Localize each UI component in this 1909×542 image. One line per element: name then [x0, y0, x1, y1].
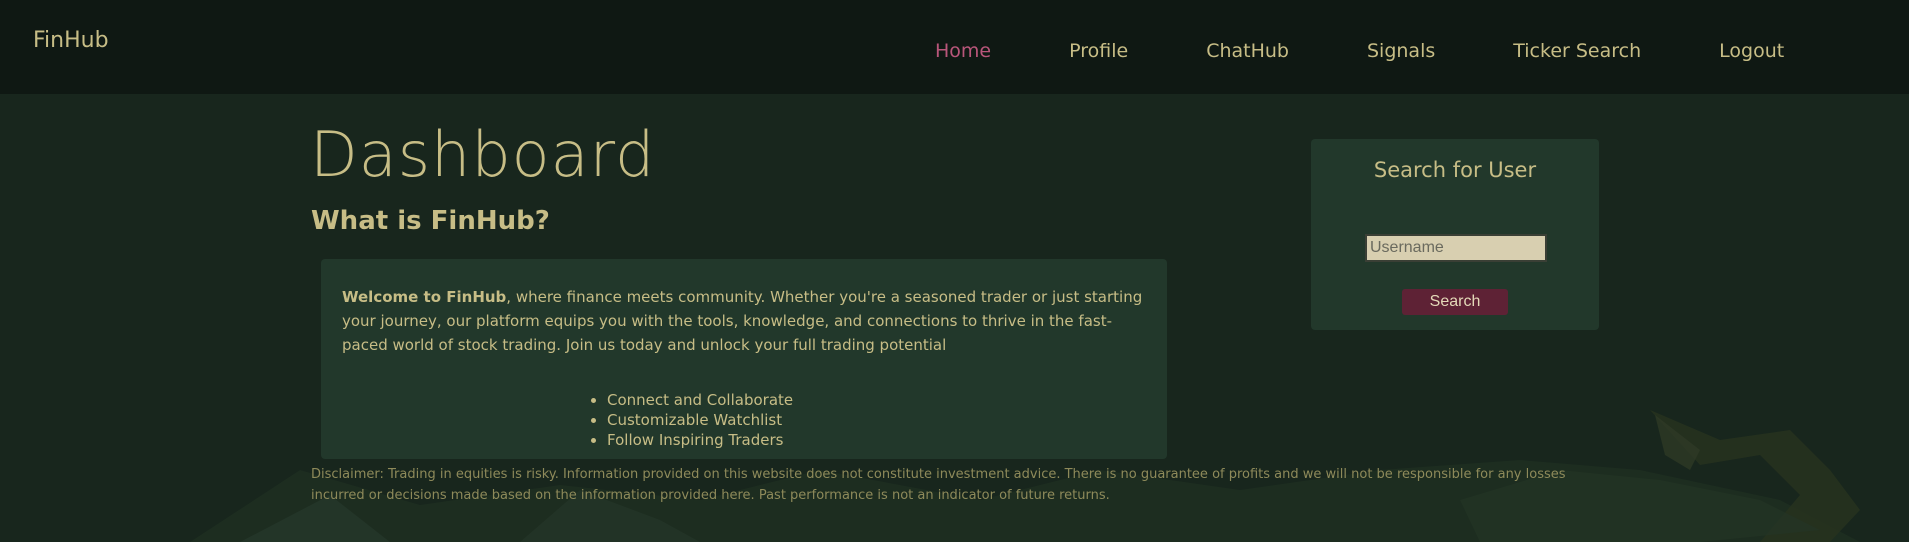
- search-button[interactable]: Search: [1402, 289, 1508, 315]
- feature-item: Customizable Watchlist: [607, 410, 793, 430]
- feature-list: Connect and Collaborate Customizable Wat…: [607, 390, 793, 450]
- nav-signals[interactable]: Signals: [1367, 40, 1435, 66]
- nav-home[interactable]: Home: [935, 40, 991, 66]
- nav-links: Home Profile ChatHub Signals Ticker Sear…: [935, 40, 1784, 66]
- nav-chathub[interactable]: ChatHub: [1206, 40, 1289, 66]
- nav-profile[interactable]: Profile: [1069, 40, 1128, 66]
- feature-item: Follow Inspiring Traders: [607, 430, 793, 450]
- disclaimer-text: Disclaimer: Trading in equities is risky…: [311, 467, 1566, 503]
- main-content: Dashboard What is FinHub? Welcome to Fin…: [0, 94, 1909, 542]
- user-search-title: Search for User: [1373, 158, 1537, 182]
- user-search-card: Search for User Search: [1311, 139, 1599, 330]
- about-card: Welcome to FinHub, where finance meets c…: [321, 259, 1167, 459]
- feature-item: Connect and Collaborate: [607, 390, 793, 410]
- section-subtitle: What is FinHub?: [311, 206, 550, 236]
- nav-logout[interactable]: Logout: [1719, 40, 1784, 66]
- intro-bold: Welcome to FinHub: [342, 288, 507, 306]
- page-title: Dashboard: [310, 118, 656, 191]
- intro-paragraph: Welcome to FinHub, where finance meets c…: [342, 285, 1147, 357]
- top-navbar: FinHub Home Profile ChatHub Signals Tick…: [0, 0, 1909, 94]
- nav-ticker-search[interactable]: Ticker Search: [1513, 40, 1641, 66]
- username-input[interactable]: [1365, 234, 1547, 262]
- brand-logo[interactable]: FinHub: [33, 28, 109, 53]
